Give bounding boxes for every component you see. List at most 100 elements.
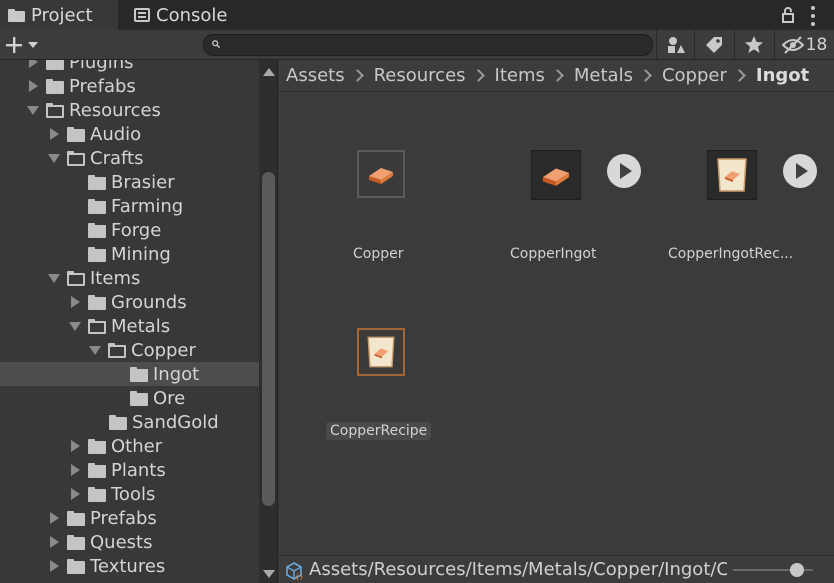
tree-item-label: SandGold [132,411,219,433]
plus-icon [6,37,22,53]
tree-item-copper[interactable]: Copper [0,338,277,362]
tree-item-plants[interactable]: Plants [0,458,277,482]
folder-tree[interactable]: Plugins Prefabs Resources Audio Crafts B… [0,60,278,583]
search-field[interactable] [203,34,653,56]
breadcrumb-resources[interactable]: Resources [374,65,466,86]
asset-label: CopperIngot [510,246,597,262]
favorites-button[interactable] [734,30,772,60]
folder-icon [67,534,85,550]
folder-icon [88,246,106,262]
tree-item-label: Forge [111,219,162,241]
expand-arrow-icon[interactable] [47,127,61,141]
scriptable-object-icon: {} [286,562,303,580]
tree-item-prefabs-resources[interactable]: Prefabs [0,506,277,530]
recipe-scroll-icon [717,158,747,192]
tree-scrollbar-thumb[interactable] [262,172,275,506]
tree-item-label: Tools [111,483,156,505]
tree-item-resources[interactable]: Resources [0,98,277,122]
recipe-scroll-icon [367,336,395,368]
folder-icon [67,126,85,142]
tree-item-label: Prefabs [69,75,136,97]
search-input[interactable] [226,36,645,56]
collapse-arrow-icon[interactable] [47,271,61,285]
folder-icon [67,558,85,574]
search-by-type-button[interactable] [656,30,694,60]
expand-arrow-icon[interactable] [68,487,82,501]
tree-item-label: Quests [90,531,153,553]
collapse-arrow-icon[interactable] [88,343,102,357]
breadcrumb-copper[interactable]: Copper [662,65,727,86]
collapse-arrow-icon[interactable] [68,319,82,333]
breadcrumb-assets[interactable]: Assets [286,65,345,86]
tree-item-items[interactable]: Items [0,266,277,290]
tree-item-farming[interactable]: Farming [0,194,277,218]
collapse-arrow-icon[interactable] [47,151,61,165]
tree-item-metals[interactable]: Metals [0,314,277,338]
tree-item-plugins[interactable]: Plugins [0,60,277,74]
lock-icon[interactable] [782,6,794,24]
expand-arrow-icon[interactable] [68,295,82,309]
folder-open-icon [108,342,126,358]
tree-item-label: Audio [90,123,142,145]
asset-thumbnail[interactable] [357,328,405,376]
folder-icon [88,462,106,478]
tree-item-prefabs[interactable]: Prefabs [0,74,277,98]
toolbar: 18 [0,30,834,60]
tree-item-forge[interactable]: Forge [0,218,277,242]
expand-arrow-icon[interactable] [68,439,82,453]
scroll-down-icon[interactable] [263,570,275,578]
asset-label: CopperRecipe [326,422,432,440]
asset-thumbnail[interactable] [357,150,405,198]
folder-icon [88,198,106,214]
search-by-label-button[interactable] [694,30,732,60]
zoom-slider-thumb[interactable] [790,563,804,577]
tree-item-quests[interactable]: Quests [0,530,277,554]
tree-item-mining[interactable]: Mining [0,242,277,266]
play-preview-icon[interactable] [783,154,817,188]
expand-arrow-icon[interactable] [26,60,40,69]
folder-icon [109,414,127,430]
tree-item-crafts[interactable]: Crafts [0,146,277,170]
breadcrumb-metals[interactable]: Metals [574,65,633,86]
tree-item-grounds[interactable]: Grounds [0,290,277,314]
tree-item-sandgold[interactable]: SandGold [0,410,277,434]
more-options-icon[interactable] [808,6,818,26]
expand-arrow-icon[interactable] [47,559,61,573]
tree-item-tools[interactable]: Tools [0,482,277,506]
tab-console[interactable]: Console [126,0,256,30]
expand-arrow-icon[interactable] [47,511,61,525]
play-preview-icon[interactable] [607,154,641,188]
tree-item-textures[interactable]: Textures [0,554,277,578]
asset-thumbnail[interactable] [531,150,581,200]
folder-icon [88,294,106,310]
scroll-up-icon[interactable] [263,68,275,76]
star-icon [744,36,763,53]
chevron-right-icon [551,69,564,82]
breadcrumb-ingot[interactable]: Ingot [756,65,809,86]
create-button[interactable] [4,33,48,57]
tree-item-label: Ore [153,387,186,409]
tab-project[interactable]: Project [0,0,118,30]
tree-item-other[interactable]: Other [0,434,277,458]
chevron-right-icon [350,69,364,82]
folder-icon [88,438,106,454]
asset-thumbnail[interactable] [707,150,757,200]
folder-open-icon [67,270,85,286]
tree-item-ingot[interactable]: Ingot [0,362,277,386]
expand-arrow-icon[interactable] [68,463,82,477]
hidden-packages-button[interactable]: 18 [774,30,834,60]
folder-open-icon [46,102,64,118]
expand-arrow-icon[interactable] [47,535,61,549]
asset-grid[interactable]: Copper CopperIngot CopperIngotRec... Cop… [279,92,834,555]
breadcrumb-items[interactable]: Items [495,65,545,86]
collapse-arrow-icon[interactable] [26,103,40,117]
tree-item-ore[interactable]: Ore [0,386,277,410]
expand-arrow-icon[interactable] [26,79,40,93]
tree-item-label: Items [90,267,141,289]
tree-item-brasier[interactable]: Brasier [0,170,277,194]
tree-item-audio[interactable]: Audio [0,122,277,146]
tab-console-label: Console [156,4,228,26]
tree-item-label: Resources [69,99,161,121]
folder-icon [88,222,106,238]
hidden-count: 18 [805,35,828,55]
